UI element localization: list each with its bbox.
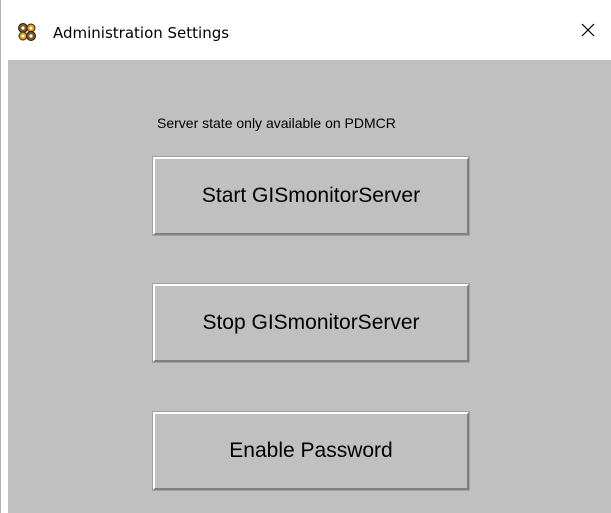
close-icon	[580, 22, 596, 43]
server-state-label: Server state only available on PDMCR	[157, 115, 396, 131]
settings-panel: Server state only available on PDMCR Sta…	[8, 60, 611, 513]
enable-password-button[interactable]: Enable Password	[152, 411, 470, 491]
stop-server-button[interactable]: Stop GISmonitorServer	[152, 283, 470, 363]
administration-settings-window: Administration Settings Server state onl…	[0, 0, 611, 513]
close-button[interactable]	[565, 8, 611, 56]
start-server-button[interactable]: Start GISmonitorServer	[152, 156, 470, 236]
window-left-edge	[0, 60, 8, 513]
cogwheels-icon	[17, 22, 37, 42]
title-bar[interactable]: Administration Settings	[0, 0, 611, 60]
window-title: Administration Settings	[53, 24, 230, 42]
